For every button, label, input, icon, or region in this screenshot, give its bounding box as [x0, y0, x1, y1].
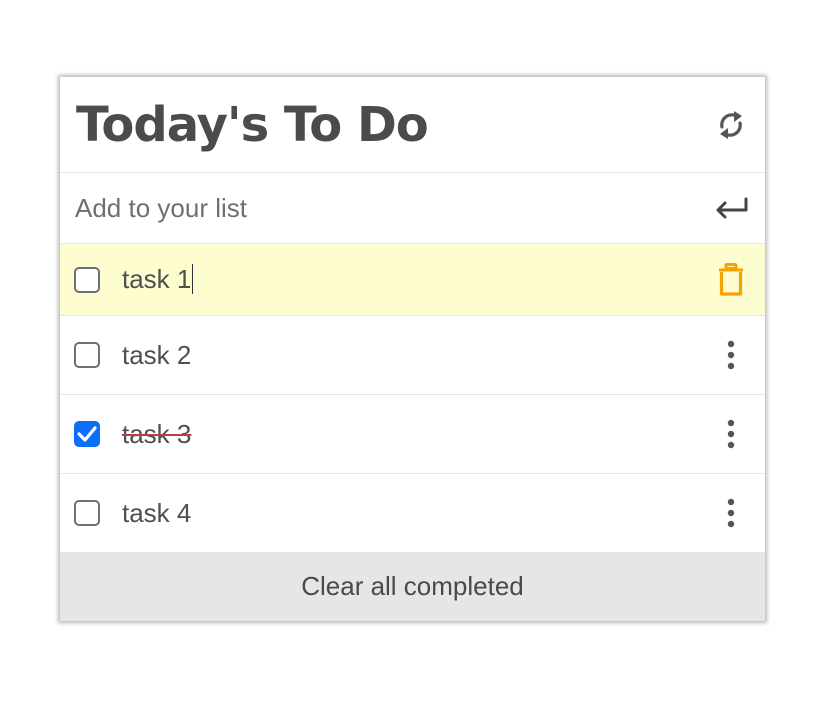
more-vertical-icon — [727, 498, 735, 528]
task-checkbox[interactable] — [74, 266, 100, 293]
check-icon — [77, 426, 97, 442]
task-checkbox[interactable] — [74, 500, 100, 526]
refresh-button[interactable] — [713, 107, 749, 143]
clear-completed-button[interactable]: Clear all completed — [60, 552, 765, 621]
task-label-text: task 1 — [122, 264, 192, 294]
task-row[interactable]: task 2 — [60, 316, 765, 395]
text-caret — [192, 264, 194, 295]
task-row[interactable]: task 4 — [60, 474, 765, 552]
task-label[interactable]: task 1 — [122, 264, 713, 295]
trash-icon — [719, 262, 743, 296]
refresh-icon — [720, 110, 742, 139]
more-vertical-icon — [727, 419, 735, 449]
enter-icon — [716, 197, 748, 219]
page-title: Today's To Do — [76, 96, 429, 153]
task-row[interactable]: task 1 — [60, 244, 765, 316]
task-checkbox[interactable] — [74, 421, 100, 447]
task-menu-button[interactable] — [713, 416, 749, 452]
more-vertical-icon — [727, 340, 735, 370]
todo-card: Today's To Do task 1 — [60, 77, 765, 621]
task-row[interactable]: task 3 — [60, 395, 765, 474]
add-row — [60, 173, 765, 244]
task-menu-button[interactable] — [713, 337, 749, 373]
delete-task-button[interactable] — [713, 262, 749, 298]
task-menu-button[interactable] — [713, 495, 749, 531]
task-label[interactable]: task 4 — [122, 498, 713, 529]
add-task-input[interactable] — [75, 192, 713, 224]
add-task-button[interactable] — [713, 190, 749, 226]
task-checkbox[interactable] — [74, 342, 100, 368]
task-label[interactable]: task 2 — [122, 340, 713, 371]
header: Today's To Do — [60, 77, 765, 173]
task-label[interactable]: task 3 — [122, 419, 713, 450]
